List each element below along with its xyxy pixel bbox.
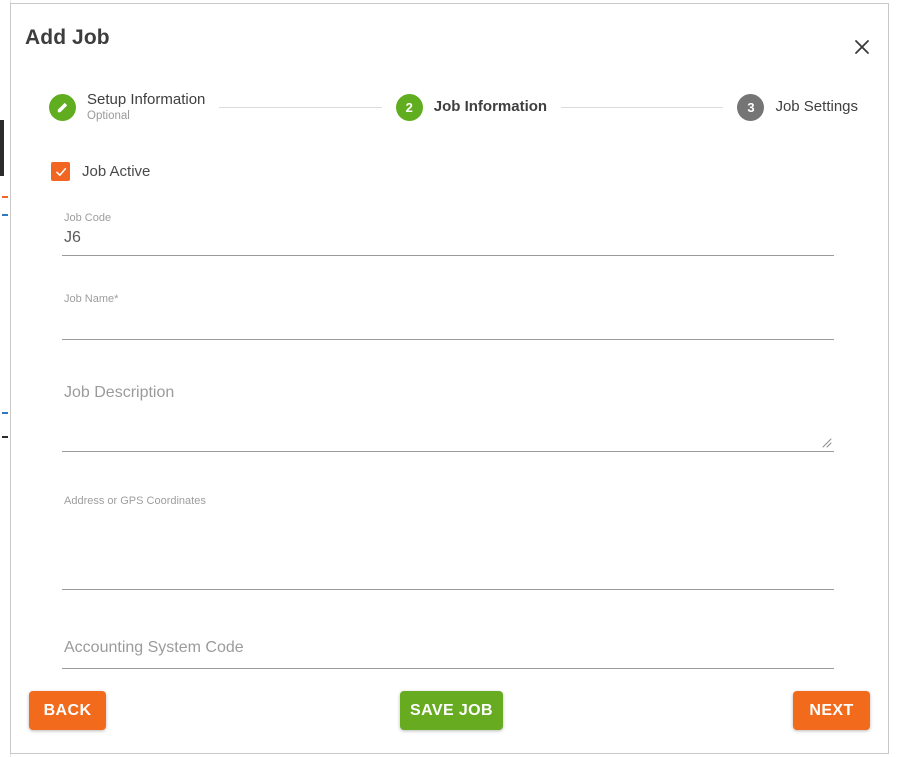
add-job-modal: Add Job Setup Information Optional 2 Job… — [10, 3, 889, 754]
job-code-label: Job Code — [64, 212, 112, 224]
stepper-label-job-settings: Job Settings — [775, 98, 859, 116]
step-number-3: 3 — [747, 99, 755, 115]
modal-header: Add Job — [11, 4, 888, 76]
stepper-connector-1 — [219, 106, 382, 108]
backdrop-mark — [2, 214, 8, 216]
job-name-input[interactable] — [62, 305, 834, 336]
stepper-connector-2 — [561, 106, 724, 108]
step-bubble-complete — [49, 93, 76, 121]
stepper-label-job-information: Job Information — [433, 98, 548, 116]
stepper-step-setup-information[interactable]: Setup Information Optional — [49, 92, 205, 122]
job-code-input[interactable]: J6 — [62, 224, 834, 255]
step-text: Job Information — [434, 99, 547, 115]
step-bubble-3: 3 — [737, 93, 765, 121]
form-body: Job Active Job Code J6 Job Name* Job Des… — [11, 138, 888, 677]
stepper-sublabel-optional: Optional — [87, 109, 130, 122]
save-job-button[interactable]: SAVE JOB — [400, 691, 503, 730]
job-name-label: Job Name* — [64, 293, 119, 305]
modal-footer: BACK SAVE JOB NEXT — [11, 677, 888, 753]
next-button[interactable]: NEXT — [793, 691, 870, 730]
job-name-field[interactable]: Job Name* — [62, 276, 834, 340]
job-code-field[interactable]: Job Code J6 — [62, 199, 834, 256]
stepper-label-setup-information: Setup Information — [87, 91, 206, 109]
job-description-placeholder: Job Description — [64, 384, 175, 401]
backdrop-mark — [2, 436, 8, 438]
stepper-step-job-information[interactable]: 2 Job Information — [395, 93, 547, 121]
back-button[interactable]: BACK — [29, 691, 106, 730]
backdrop-sidebar-bar — [0, 120, 4, 176]
job-active-checkbox[interactable] — [51, 162, 70, 181]
job-description-field[interactable]: Job Description — [62, 362, 834, 452]
accounting-system-code-placeholder: Accounting System Code — [64, 639, 244, 656]
step-text: Setup Information Optional — [87, 92, 205, 122]
step-bubble-2: 2 — [395, 93, 423, 121]
address-or-gps-coordinates-label: Address or GPS Coordinates — [64, 495, 206, 507]
page-title: Add Job — [25, 26, 110, 49]
stepper-step-job-settings[interactable]: 3 Job Settings — [737, 93, 858, 121]
step-text: Job Settings — [775, 99, 858, 115]
backdrop-mark — [2, 196, 8, 198]
job-active-row: Job Active — [51, 162, 860, 181]
address-or-gps-coordinates-input[interactable] — [62, 507, 834, 538]
backdrop-mark — [2, 412, 8, 414]
accounting-system-code-field[interactable]: Accounting System Code — [62, 615, 834, 669]
address-or-gps-coordinates-field[interactable]: Address or GPS Coordinates — [62, 474, 834, 590]
close-icon[interactable] — [849, 34, 875, 60]
textarea-resize-handle-icon[interactable] — [818, 434, 832, 448]
stepper: Setup Information Optional 2 Job Informa… — [11, 76, 888, 138]
job-active-label: Job Active — [82, 163, 151, 180]
step-number-2: 2 — [405, 99, 413, 115]
